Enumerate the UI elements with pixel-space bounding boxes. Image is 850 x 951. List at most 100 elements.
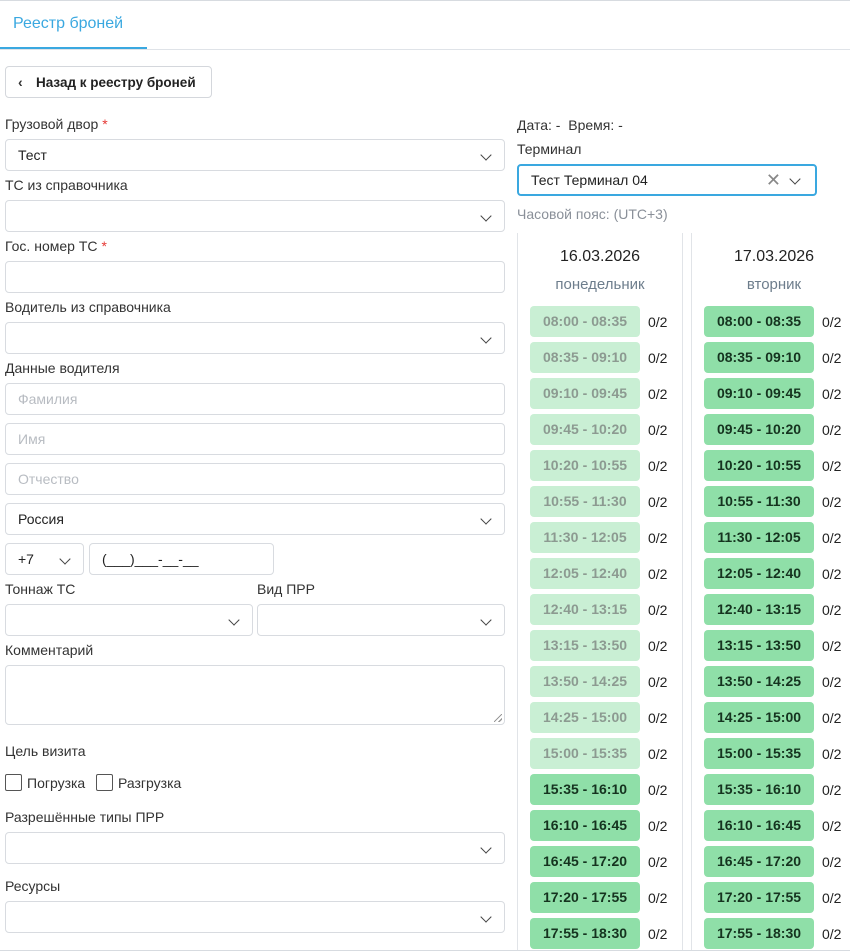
time-slot[interactable]: 10:55 - 11:30 [530,486,640,517]
phone-code-value: +7 [18,551,34,567]
comment-textarea[interactable] [5,665,505,725]
slot-count: 0/2 [648,602,668,618]
slot-count: 0/2 [822,746,842,762]
time-slot[interactable]: 10:55 - 11:30 [704,486,814,517]
cargo-yard-value: Тест [18,147,47,163]
slot-count: 0/2 [648,530,668,546]
vehicle-ref-select[interactable] [5,200,505,232]
time-slot[interactable]: 16:10 - 16:45 [704,810,814,841]
time-slot[interactable]: 14:25 - 15:00 [704,702,814,733]
middle-name-input[interactable]: Отчество [5,463,505,495]
time-slot[interactable]: 13:50 - 14:25 [704,666,814,697]
cargo-yard-label: Грузовой двор * [5,116,108,132]
plate-label: Гос. номер ТС * [5,238,107,254]
date-label: Дата: [517,117,552,133]
time-slot[interactable]: 15:00 - 15:35 [704,738,814,769]
slot-count: 0/2 [648,458,668,474]
country-value: Россия [18,511,64,527]
time-slot[interactable]: 10:20 - 10:55 [530,450,640,481]
time-slot[interactable]: 15:35 - 16:10 [704,774,814,805]
back-button-label: Назад к реестру броней [36,75,196,90]
time-slot[interactable]: 12:05 - 12:40 [704,558,814,589]
day-date: 17.03.2026 [733,248,815,265]
time-slot[interactable]: 13:50 - 14:25 [530,666,640,697]
date-time-info: Дата: - Время: - [517,117,623,133]
tab-booking-registry[interactable]: Реестр броней [0,1,147,49]
chevron-left-icon: ‹ [18,74,23,90]
slot-count: 0/2 [648,494,668,510]
phone-code-select[interactable]: +7 [5,543,84,575]
slot-count: 0/2 [648,638,668,654]
back-to-registry-button[interactable]: ‹ Назад к реестру броней [5,66,212,98]
time-slot[interactable]: 08:35 - 09:10 [530,342,640,373]
time-slot[interactable]: 17:20 - 17:55 [530,882,640,913]
visit-goal-label: Цель визита [5,743,86,759]
clear-icon[interactable]: ✕ [766,166,781,194]
chevron-down-icon [480,513,492,525]
time-slot[interactable]: 08:35 - 09:10 [704,342,814,373]
last-name-input[interactable]: Фамилия [5,383,505,415]
loading-checkbox[interactable] [5,774,22,791]
slot-count: 0/2 [822,566,842,582]
unloading-checkbox-label[interactable]: Разгрузка [118,775,181,791]
chevron-down-icon [480,149,492,161]
day-weekday: вторник [746,276,802,293]
slot-count: 0/2 [648,746,668,762]
driver-ref-label: Водитель из справочника [5,299,171,315]
comment-label: Комментарий [5,642,94,658]
time-slot[interactable]: 17:55 - 18:30 [704,918,814,949]
chevron-down-icon [480,842,492,854]
driver-ref-select[interactable] [5,322,505,354]
vehicle-ref-label: ТС из справочника [5,177,128,193]
resources-select[interactable] [5,901,505,933]
chevron-down-icon [480,911,492,923]
tonnage-select[interactable] [5,604,253,636]
slot-count: 0/2 [648,674,668,690]
resize-handle-icon[interactable] [494,714,502,722]
time-slot[interactable]: 09:45 - 10:20 [530,414,640,445]
time-slot[interactable]: 16:45 - 17:20 [704,846,814,877]
allowed-ppr-select[interactable] [5,832,505,864]
time-slot[interactable]: 12:40 - 13:15 [530,594,640,625]
country-select[interactable]: Россия [5,503,505,535]
slot-count: 0/2 [822,530,842,546]
time-slot[interactable]: 12:05 - 12:40 [530,558,640,589]
slot-count: 0/2 [822,674,842,690]
terminal-select[interactable]: Тест Терминал 04 ✕ [517,164,817,196]
time-slot[interactable]: 08:00 - 08:35 [530,306,640,337]
slot-count: 0/2 [648,782,668,798]
slot-count: 0/2 [648,818,668,834]
tonnage-label: Тоннаж ТС [5,581,76,597]
time-slot[interactable]: 11:30 - 12:05 [530,522,640,553]
time-slot[interactable]: 09:10 - 09:45 [530,378,640,409]
required-mark: * [102,116,108,132]
time-slot[interactable]: 15:35 - 16:10 [530,774,640,805]
time-slot[interactable]: 16:10 - 16:45 [530,810,640,841]
time-slot[interactable]: 15:00 - 15:35 [530,738,640,769]
time-slot[interactable]: 10:20 - 10:55 [704,450,814,481]
time-value: - [618,117,623,133]
slot-count: 0/2 [648,350,668,366]
plate-input[interactable] [5,261,505,293]
time-slot[interactable]: 09:10 - 09:45 [704,378,814,409]
time-slot[interactable]: 16:45 - 17:20 [530,846,640,877]
cargo-yard-select[interactable]: Тест [5,139,505,171]
time-slot[interactable]: 17:20 - 17:55 [704,882,814,913]
required-mark: * [101,238,107,254]
first-name-input[interactable]: Имя [5,423,505,455]
time-slot[interactable]: 08:00 - 08:35 [704,306,814,337]
unloading-checkbox[interactable] [96,774,113,791]
time-slot[interactable]: 12:40 - 13:15 [704,594,814,625]
time-slot[interactable]: 09:45 - 10:20 [704,414,814,445]
time-slot[interactable]: 13:15 - 13:50 [704,630,814,661]
time-slot[interactable]: 13:15 - 13:50 [530,630,640,661]
time-slot[interactable]: 11:30 - 12:05 [704,522,814,553]
allowed-ppr-label: Разрешённые типы ПРР [5,809,165,825]
time-slot[interactable]: 17:55 - 18:30 [530,918,640,949]
ppr-type-select[interactable] [257,604,505,636]
time-slot[interactable]: 14:25 - 15:00 [530,702,640,733]
slot-count: 0/2 [822,386,842,402]
chevron-down-icon [480,210,492,222]
loading-checkbox-label[interactable]: Погрузка [27,775,85,791]
phone-input[interactable]: (___)___-__-__ [89,543,274,575]
